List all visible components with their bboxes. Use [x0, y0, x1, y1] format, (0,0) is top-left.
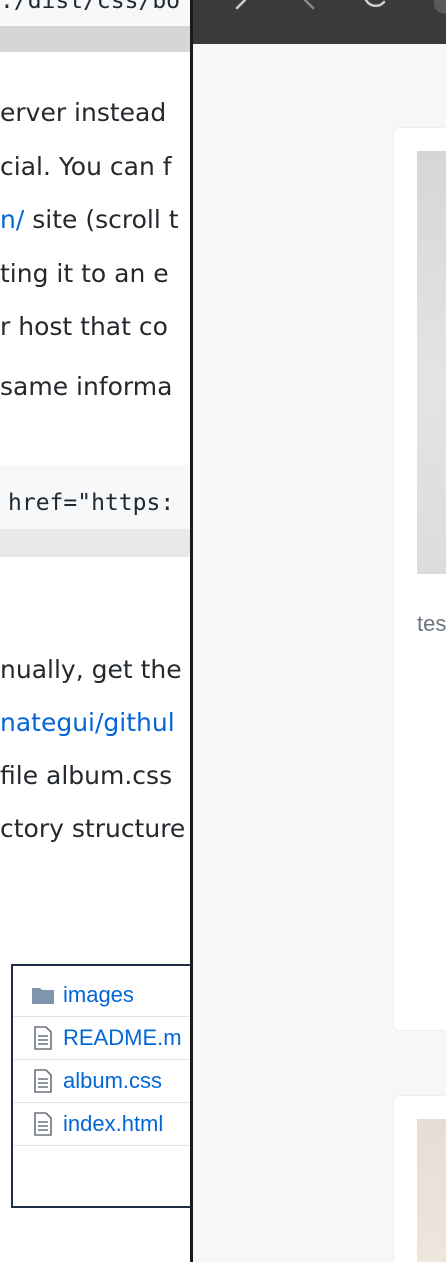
- back-arrow-icon: [235, 0, 247, 10]
- file-row-album-css[interactable]: album.css: [13, 1060, 192, 1103]
- album-card-2-image: [417, 1119, 446, 1262]
- doc-line-5: r host that co: [0, 307, 192, 347]
- file-icon: [31, 1112, 55, 1136]
- doc-line-3: n/ site (scroll t: [0, 200, 192, 240]
- doc-line-9-text: file album.css: [0, 761, 173, 790]
- doc-line-8: nategui/githul: [0, 703, 192, 743]
- doc-line-10: ctory structure: [0, 809, 192, 849]
- readme-document: :/dist/css/bo erver instead cial. You ca…: [0, 0, 192, 1262]
- forward-button[interactable]: [293, 0, 333, 20]
- file-icon: [31, 1069, 55, 1093]
- code-text-href: href="https:: [8, 490, 175, 516]
- doc-line-7-text: nually, get the: [0, 655, 182, 684]
- album-card-2[interactable]: [393, 1095, 446, 1262]
- folder-icon: [31, 983, 55, 1007]
- doc-line-7: nually, get the: [0, 650, 192, 690]
- code-block-scrollbar-top[interactable]: [0, 26, 192, 52]
- file-row-readme[interactable]: README.m: [13, 1017, 192, 1060]
- reload-button[interactable]: [358, 0, 398, 20]
- doc-line-5-text: r host that co: [0, 312, 168, 341]
- reload-icon: [364, 0, 386, 7]
- doc-line-1-text: erver instead: [0, 98, 167, 127]
- doc-link-site[interactable]: n/: [0, 205, 24, 234]
- code-text-top: :/dist/css/bo: [0, 0, 181, 14]
- file-icon: [31, 1026, 55, 1050]
- album-card-1-caption: tes: [417, 611, 446, 636]
- album-card-1-image: [417, 151, 446, 574]
- code-block-top: :/dist/css/bo: [0, 0, 192, 26]
- file-list-screenshot: images README.m album.css index.html: [11, 964, 192, 1208]
- doc-line-4: ting it to an e: [0, 254, 192, 294]
- back-button[interactable]: [223, 0, 263, 20]
- doc-line-2: cial. You can f: [0, 147, 192, 187]
- doc-line-3-text: site (scroll t: [24, 205, 179, 234]
- doc-line-10-text: ctory structure: [0, 814, 186, 843]
- browser-toolbar: [193, 0, 446, 44]
- file-name-images: images: [63, 982, 134, 1007]
- doc-link-github[interactable]: nategui/githul: [0, 708, 175, 737]
- doc-line-2-text: cial. You can f: [0, 152, 172, 181]
- address-bar-edge[interactable]: [429, 0, 446, 20]
- file-name-readme: README.m: [63, 1025, 182, 1050]
- doc-line-4-text: ting it to an e: [0, 259, 169, 288]
- screen: :/dist/css/bo erver instead cial. You ca…: [0, 0, 446, 1262]
- address-bar-edge-shape: [433, 0, 446, 14]
- doc-line-6-text: same informa: [0, 372, 173, 401]
- doc-line-6: same informa: [0, 367, 192, 407]
- doc-line-9: file album.css: [0, 756, 192, 796]
- file-name-index-html: index.html: [63, 1111, 164, 1136]
- forward-arrow-icon: [303, 0, 315, 10]
- code-block-scrollbar[interactable]: [0, 529, 192, 557]
- album-card-1[interactable]: tes: [393, 127, 446, 1031]
- browser-window: tes: [193, 0, 446, 1262]
- file-name-album-css: album.css: [63, 1068, 163, 1093]
- file-row-images[interactable]: images: [13, 974, 192, 1017]
- doc-line-1: erver instead: [0, 93, 192, 133]
- file-row-index-html[interactable]: index.html: [13, 1103, 192, 1146]
- code-block-href: href="https:: [0, 465, 192, 529]
